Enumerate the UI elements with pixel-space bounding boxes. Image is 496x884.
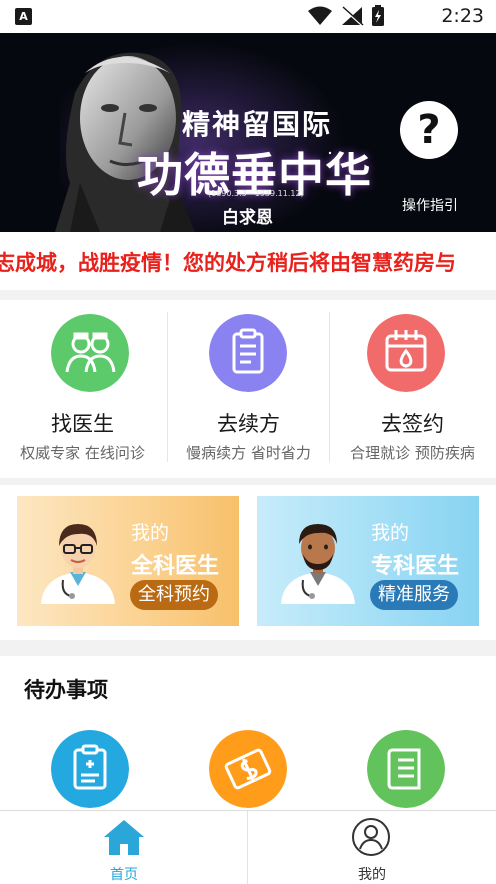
- services-section: 找医生 权威专家 在线问诊 去续方 慢病续方 省时省力 去签约 合理就诊 预防疾…: [0, 300, 496, 478]
- card-my-label: 我的: [131, 522, 170, 544]
- status-icons: [308, 5, 384, 26]
- service-subtitle: 合理就诊 预防疾病: [350, 444, 475, 462]
- card-title: 全科医生: [131, 554, 220, 579]
- general-doctor-avatar: [41, 524, 115, 604]
- guide-button[interactable]: ? 操作指引: [398, 101, 462, 221]
- card-title: 专科医生: [371, 554, 460, 579]
- service-title: 找医生: [51, 412, 114, 436]
- todo-heading: 待办事项: [24, 678, 108, 702]
- battery-icon: [372, 5, 384, 26]
- service-sign-contract[interactable]: 去签约 合理就诊 预防疾病: [330, 300, 495, 478]
- guide-label: 操作指引: [402, 198, 458, 214]
- calendar-icon: [367, 314, 445, 392]
- service-title: 去续方: [217, 412, 280, 436]
- service-subtitle: 权威专家 在线问诊: [20, 444, 145, 462]
- medical-report-icon[interactable]: [51, 730, 129, 808]
- announcement-marquee: 志成城，战胜疫情！您的处方稍后将由智慧药房与: [0, 232, 496, 290]
- general-doctor-card[interactable]: 我的 全科医生 全科预约: [17, 496, 239, 626]
- service-find-doctor[interactable]: 找医生 权威专家 在线问诊: [0, 300, 165, 478]
- document-list-icon[interactable]: [367, 730, 445, 808]
- status-bar: A 2:23: [0, 0, 496, 33]
- app-screen: A 2:23 精神留国际 功德垂中华 (1890.3.3—1939.11.12)…: [0, 0, 496, 884]
- banner-headline-small: 精神留国际: [182, 108, 333, 141]
- bottom-navigation: 首页 我的: [0, 810, 496, 884]
- specialist-doctor-card[interactable]: 我的 专科医生 精准服务: [257, 496, 479, 626]
- nav-home[interactable]: 首页: [0, 811, 248, 884]
- specialist-service-button[interactable]: 精准服务: [370, 580, 458, 610]
- nav-label: 首页: [110, 867, 138, 883]
- specialist-doctor-avatar: [281, 524, 355, 604]
- service-subtitle: 慢病续方 省时省力: [186, 444, 311, 462]
- notification-icon: A: [15, 8, 32, 25]
- clipboard-icon: [209, 314, 287, 392]
- help-icon: ?: [400, 101, 458, 159]
- todo-section: 待办事项: [0, 656, 496, 816]
- card-my-label: 我的: [371, 522, 410, 544]
- announcement-text: 志成城，战胜疫情！您的处方稍后将由智慧药房与: [0, 251, 456, 275]
- home-icon: [104, 820, 144, 855]
- banner-name: 白求恩: [222, 208, 273, 228]
- clock: 2:23: [441, 5, 484, 27]
- no-signal-icon: [341, 6, 364, 26]
- general-appointment-button[interactable]: 全科预约: [130, 580, 218, 610]
- doctors-icon: [51, 314, 129, 392]
- wifi-icon: [308, 6, 332, 25]
- nav-me[interactable]: 我的: [248, 811, 496, 884]
- service-title: 去签约: [381, 412, 444, 436]
- banner-dates: (1890.3.3—1939.11.12): [208, 189, 304, 198]
- doctor-cards-section: 我的 全科医生 全科预约 我的 专科医生 精准服务: [0, 485, 496, 640]
- payment-icon[interactable]: [209, 730, 287, 808]
- banner[interactable]: 精神留国际 功德垂中华 (1890.3.3—1939.11.12) 白求恩 ? …: [0, 33, 496, 232]
- user-icon: [352, 818, 390, 856]
- service-renew-prescription[interactable]: 去续方 慢病续方 省时省力: [166, 300, 331, 478]
- nav-label: 我的: [358, 867, 386, 883]
